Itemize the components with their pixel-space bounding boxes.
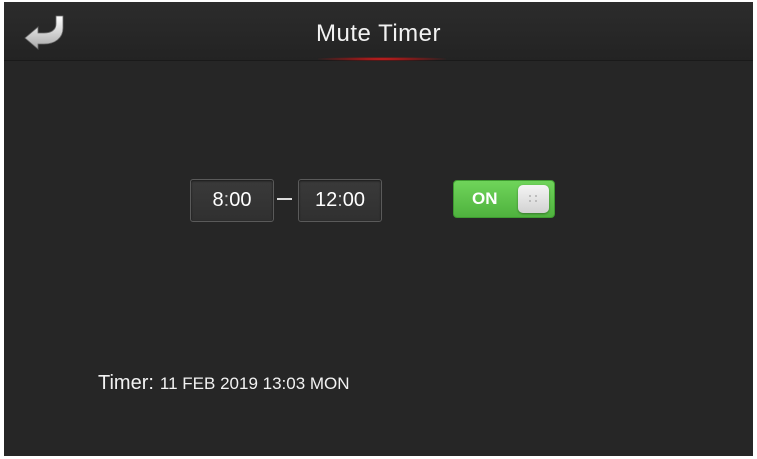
start-minute: 00 xyxy=(229,189,252,211)
page-title: Mute Timer xyxy=(315,20,442,47)
time-range-dash xyxy=(277,198,292,200)
start-hour: 8 xyxy=(212,189,224,211)
toggle-label: ON xyxy=(472,189,498,208)
end-minute: 00 xyxy=(342,189,366,211)
header-bar: Mute Timer xyxy=(4,2,753,61)
start-time-field[interactable]: 8:00 xyxy=(190,179,274,222)
mute-timer-screen: Mute Timer 8:00 12:00 ON Timer: 11 FEB 20… xyxy=(4,2,753,456)
title-underline-accent xyxy=(318,57,446,61)
mute-timer-toggle[interactable]: ON xyxy=(453,180,555,218)
timer-datetime: 11 FEB 2019 13:03 MON xyxy=(159,374,350,393)
end-hour: 12 xyxy=(314,189,338,211)
toggle-knob[interactable] xyxy=(518,185,549,213)
timer-label: Timer: xyxy=(98,372,154,394)
end-time-field[interactable]: 12:00 xyxy=(298,179,382,222)
grip-dots-icon xyxy=(528,194,539,204)
timer-status: Timer: 11 FEB 2019 13:03 MON xyxy=(98,372,350,395)
